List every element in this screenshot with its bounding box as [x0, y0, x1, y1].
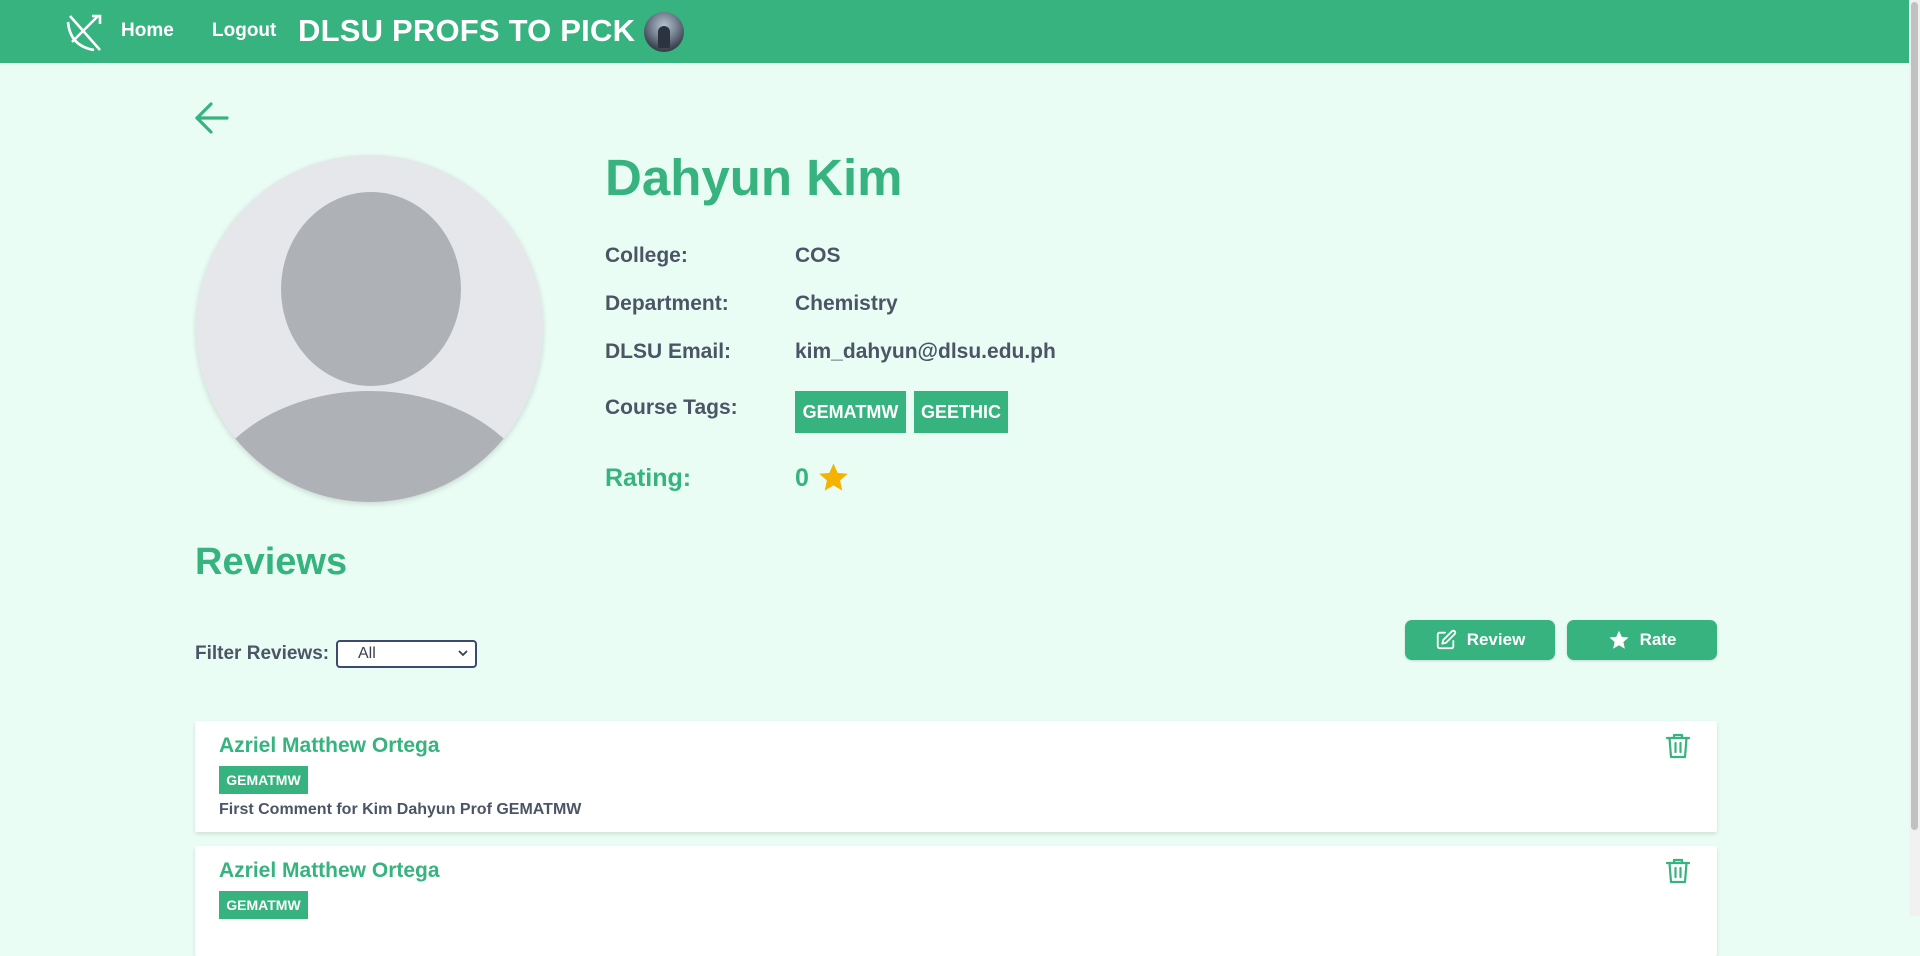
college-value: COS: [795, 244, 841, 267]
top-navbar: Home Logout DLSU PROFS TO PICK: [0, 0, 1909, 63]
filter-reviews-label: Filter Reviews:: [195, 643, 330, 664]
chevron-down-icon: [458, 650, 468, 657]
user-avatar[interactable]: [644, 12, 684, 52]
nav-home-link[interactable]: Home: [121, 20, 174, 42]
nav-logout-link[interactable]: Logout: [212, 20, 276, 42]
review-course-tag: GEMATMW: [219, 891, 308, 919]
rate-button-label: Rate: [1639, 630, 1677, 649]
college-label: College:: [605, 244, 688, 267]
course-tag: GEMATMW: [795, 391, 906, 433]
star-icon: [1609, 630, 1629, 649]
back-arrow-icon[interactable]: [193, 100, 231, 136]
rating-value: 0: [795, 464, 809, 492]
review-card: Azriel Matthew Ortega GEMATMW: [195, 846, 1717, 956]
rate-button[interactable]: Rate: [1567, 620, 1717, 660]
review-text: First Comment for Kim Dahyun Prof GEMATM…: [219, 801, 582, 818]
avatar-head-shape: [281, 192, 461, 386]
professor-name: Dahyun Kim: [605, 149, 903, 206]
rating-label: Rating:: [605, 464, 692, 492]
department-value: Chemistry: [795, 292, 898, 315]
filter-selected-value: All: [358, 645, 376, 662]
reviewer-name: Azriel Matthew Ortega: [219, 734, 440, 757]
scrollbar-track[interactable]: [1909, 0, 1920, 916]
write-review-button[interactable]: Review: [1405, 620, 1555, 660]
bow-and-arrow-logo-icon[interactable]: [64, 12, 106, 54]
review-button-label: Review: [1466, 630, 1526, 649]
reviews-heading: Reviews: [195, 541, 348, 583]
review-course-tag: GEMATMW: [219, 766, 308, 794]
trash-icon[interactable]: [1663, 856, 1693, 886]
email-label: DLSU Email:: [605, 340, 732, 363]
review-card: Azriel Matthew Ortega GEMATMW First Comm…: [195, 721, 1717, 832]
filter-reviews-select[interactable]: All: [336, 640, 477, 668]
reviewer-name: Azriel Matthew Ortega: [219, 859, 440, 882]
email-value: kim_dahyun@dlsu.edu.ph: [795, 340, 1056, 363]
edit-pencil-icon: [1436, 629, 1456, 650]
star-icon: [819, 463, 848, 491]
avatar-body-shape: [196, 391, 543, 502]
department-label: Department:: [605, 292, 729, 315]
scrollbar-thumb[interactable]: [1911, 2, 1918, 830]
site-title: DLSU PROFS TO PICK: [298, 13, 636, 48]
trash-icon[interactable]: [1663, 731, 1693, 761]
course-tag: GEETHIC: [914, 391, 1008, 433]
profile-avatar-placeholder: [196, 155, 543, 502]
course-tags-label: Course Tags:: [605, 396, 738, 419]
